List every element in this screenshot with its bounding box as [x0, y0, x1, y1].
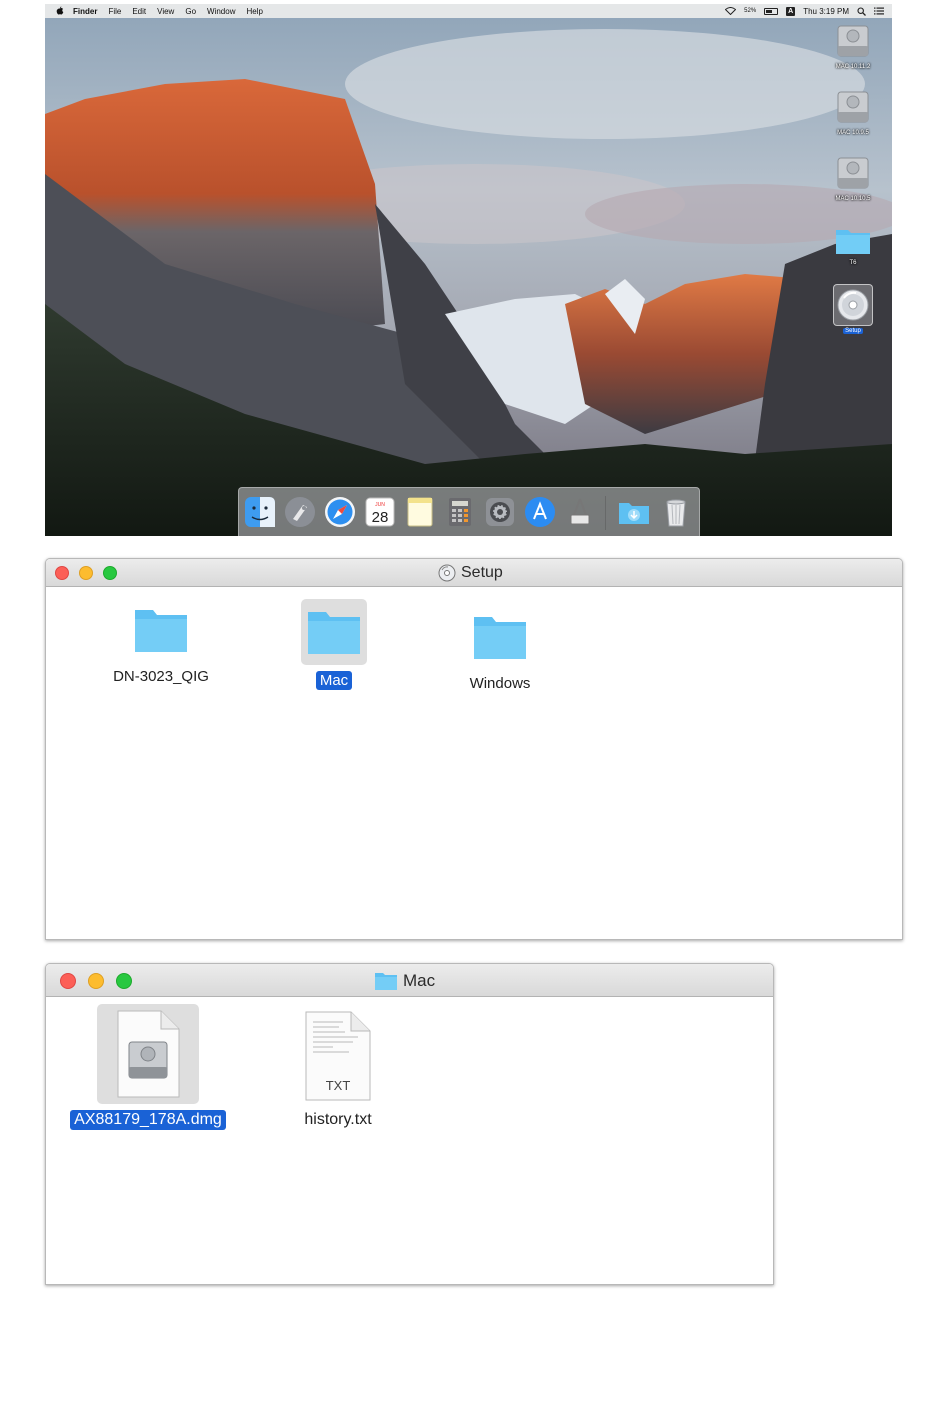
- desktop-folder-t6[interactable]: T6: [823, 224, 883, 266]
- item-name: DN-3023_QIG: [113, 668, 209, 685]
- ftdi-utility-icon[interactable]: [563, 495, 597, 529]
- folder-icon: [375, 972, 397, 990]
- folder-icon: [135, 610, 187, 652]
- folder-item-dn-3023-qig[interactable]: DN-3023_QIG: [106, 599, 216, 686]
- item-name: Mac: [315, 671, 353, 690]
- icon-box: [97, 1004, 199, 1104]
- folder-icon: [836, 230, 870, 254]
- item-name: Windows: [469, 675, 531, 692]
- icon-box: [128, 599, 194, 661]
- desktop-drive-mac-10-10-5[interactable]: MAC 10.10.5: [823, 154, 883, 202]
- menu-go[interactable]: Go: [185, 7, 196, 16]
- folder-item-windows[interactable]: Windows: [445, 606, 555, 693]
- menu-window[interactable]: Window: [207, 7, 235, 16]
- calendar-month: JUN: [375, 502, 385, 508]
- zoom-button[interactable]: [103, 566, 117, 580]
- system-preferences-icon[interactable]: [483, 495, 517, 529]
- calendar-icon[interactable]: JUN28: [363, 495, 397, 529]
- file-item-history-txt[interactable]: TXT history.txt: [270, 1008, 406, 1130]
- trash-icon[interactable]: [659, 495, 693, 529]
- desktop-drive-mac-10-11-2[interactable]: MAC 10.11.2: [823, 22, 883, 70]
- hard-drive-icon: [837, 25, 869, 57]
- desktop-disc-setup[interactable]: Setup: [823, 284, 883, 334]
- hard-drive-icon: [837, 157, 869, 189]
- menu-finder[interactable]: Finder: [73, 7, 97, 16]
- disc-icon: [438, 564, 456, 582]
- folder-icon: [474, 617, 526, 659]
- icon-box: [301, 599, 367, 665]
- input-source-icon[interactable]: A: [786, 6, 796, 16]
- menu-file[interactable]: File: [108, 7, 121, 16]
- desktop-screenshot: Finder File Edit View Go Window Help 52%…: [45, 4, 892, 536]
- item-name: AX88179_178A.dmg: [70, 1110, 226, 1130]
- close-button[interactable]: [60, 973, 76, 989]
- apple-menu-icon[interactable]: [55, 6, 65, 16]
- finder-window-setup: Setup DN-3023_QIG Mac Windows: [45, 558, 903, 940]
- file-type-badge: TXT: [325, 1078, 351, 1093]
- downloads-folder-icon[interactable]: [617, 495, 651, 529]
- clock[interactable]: Thu 3:19 PM: [803, 7, 849, 16]
- close-button[interactable]: [55, 566, 69, 580]
- el-capitan-wallpaper: [45, 4, 892, 536]
- selection-highlight: [833, 284, 873, 326]
- menu-help[interactable]: Help: [246, 7, 262, 16]
- notes-icon[interactable]: [403, 495, 437, 529]
- minimize-button[interactable]: [79, 566, 93, 580]
- menu-bar: Finder File Edit View Go Window Help 52%…: [45, 4, 892, 18]
- wifi-icon[interactable]: [725, 7, 737, 15]
- window-title: Setup: [438, 559, 503, 587]
- icon-box: [467, 606, 533, 668]
- dock-divider: [605, 496, 606, 530]
- calendar-day: 28: [372, 509, 389, 526]
- desktop-icon-label: Setup: [843, 328, 863, 334]
- menu-view[interactable]: View: [157, 7, 174, 16]
- launchpad-icon[interactable]: [283, 495, 317, 529]
- zoom-button[interactable]: [116, 973, 132, 989]
- window-title: Mac: [374, 964, 435, 997]
- folder-icon: [308, 612, 360, 654]
- menu-edit[interactable]: Edit: [132, 7, 146, 16]
- disk-image-file-icon: [117, 1010, 180, 1098]
- desktop-drive-mac-10-9-5[interactable]: MAC 10.9.5: [823, 88, 883, 136]
- calculator-icon[interactable]: [443, 495, 477, 529]
- spotlight-search-icon[interactable]: [857, 6, 866, 16]
- desktop-icon-label: MAC 10.10.5: [835, 196, 871, 202]
- disc-icon: [837, 289, 869, 321]
- notification-center-icon[interactable]: [874, 7, 884, 15]
- desktop-icon-label: MAC 10.9.5: [837, 130, 869, 136]
- finder-icon[interactable]: [243, 495, 277, 529]
- window-titlebar[interactable]: Setup: [46, 559, 902, 587]
- battery-icon[interactable]: [764, 7, 779, 15]
- safari-icon[interactable]: [323, 495, 357, 529]
- desktop-icon-label: T6: [849, 260, 857, 266]
- item-name: history.txt: [304, 1111, 372, 1128]
- battery-percent: 52%: [744, 8, 757, 14]
- dock: JUN 28: [238, 487, 700, 536]
- desktop-icon-label: MAC 10.11.2: [835, 64, 871, 70]
- app-store-icon[interactable]: [523, 495, 557, 529]
- window-titlebar[interactable]: Mac: [46, 964, 773, 997]
- finder-window-mac: Mac AX88179_178A.dmg TXT history.txt: [45, 963, 774, 1285]
- folder-item-mac[interactable]: Mac: [279, 599, 389, 690]
- window-title-text: Setup: [461, 564, 503, 581]
- minimize-button[interactable]: [88, 973, 104, 989]
- file-item-dmg[interactable]: AX88179_178A.dmg: [60, 1004, 236, 1130]
- hard-drive-icon: [837, 91, 869, 123]
- window-title-text: Mac: [403, 970, 436, 990]
